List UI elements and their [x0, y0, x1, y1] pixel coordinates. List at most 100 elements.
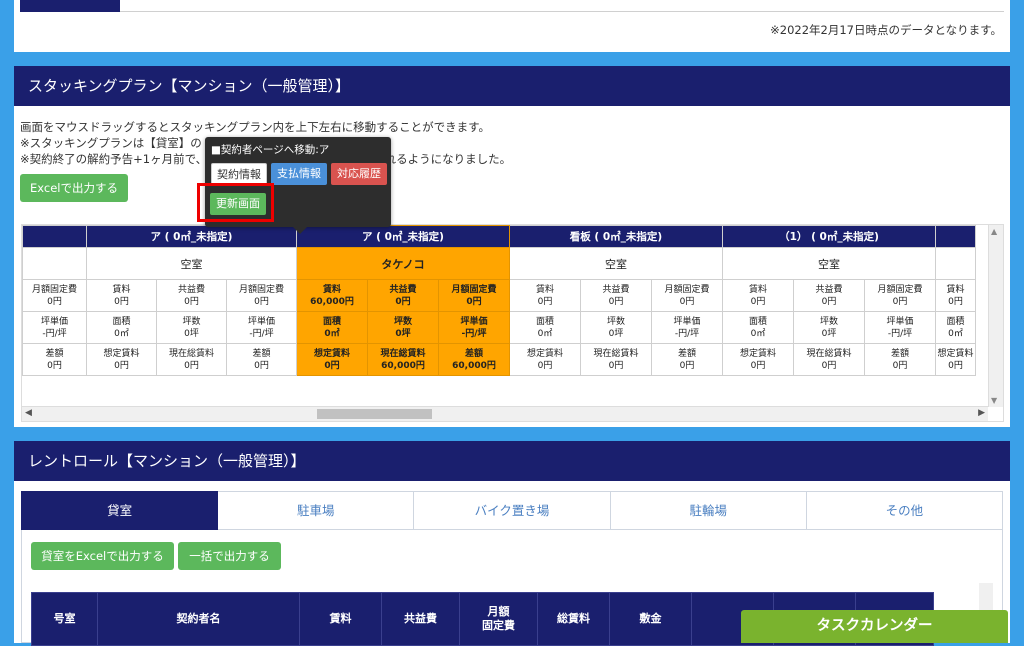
history-button[interactable]: 対応履歴: [331, 163, 387, 185]
cell-label: 賃料: [322, 284, 341, 295]
cell-label: 想定賃料: [313, 348, 350, 359]
stack-cell: 共益費 0円: [793, 279, 865, 312]
horizontal-scrollbar[interactable]: ◀ ▶: [22, 406, 988, 421]
tenant-cell[interactable]: タケノコ: [296, 247, 510, 280]
cell-value: 0㎡: [948, 328, 963, 339]
stack-cell: 差額 0円: [22, 343, 87, 376]
cell-value: 0円: [324, 360, 340, 371]
cell-value: 0円: [821, 360, 837, 371]
column-header: 賃料: [299, 592, 382, 646]
stack-cell: 月額固定費 0円: [22, 279, 87, 312]
stacking-grid[interactable]: ア ( 0㎡_未指定) ア ( 0㎡_未指定) 看板 ( 0㎡_未指定) （1） ( …: [21, 224, 1004, 422]
cell-value: 0円: [679, 296, 695, 307]
cell-value: 0円: [892, 360, 908, 371]
cell-value: 0円: [184, 296, 199, 307]
cell-label: 差額: [252, 348, 271, 359]
stack-cell: 月額固定費 0円: [226, 279, 297, 312]
unit-header: ア ( 0㎡_未指定): [296, 225, 510, 248]
vertical-scrollbar[interactable]: ▲ ▼: [988, 225, 1003, 407]
cell-label: 月額固定費: [238, 284, 284, 295]
cell-label: 現在総賃料: [168, 348, 214, 359]
cell-label: 月額固定費: [877, 284, 923, 295]
unit-header: ア ( 0㎡_未指定): [86, 225, 297, 248]
unit-header: 看板 ( 0㎡_未指定): [509, 225, 723, 248]
cell-value: 0円: [537, 360, 553, 371]
top-panel: ※2022年2月17日時点のデータとなります。: [14, 0, 1010, 52]
drag-instruction: 画面をマウスドラッグするとスタッキングプラン内を上下左右に移動することができます…: [20, 120, 490, 134]
scroll-right-icon[interactable]: ▶: [978, 408, 985, 418]
stacking-plan-title: スタッキングプラン【マンション（一般管理）】: [14, 66, 1010, 106]
contract-info-button[interactable]: 契約情報: [211, 163, 267, 185]
unit-header: [22, 225, 87, 248]
task-calendar-button[interactable]: タスクカレンダー: [741, 610, 1008, 643]
cell-label: 面積: [112, 316, 131, 327]
stack-cell: 月額固定費 0円: [438, 279, 510, 312]
tab-bicycle-parking[interactable]: 駐輪場: [610, 491, 807, 530]
scroll-left-icon[interactable]: ◀: [25, 408, 32, 418]
stack-cell: 坪数 0坪: [156, 311, 227, 344]
popup-caret: [293, 227, 307, 234]
tenant-cell[interactable]: 空室: [509, 247, 723, 280]
payment-info-button[interactable]: 支払情報: [271, 163, 327, 185]
stack-cell: 坪単価 -円/坪: [651, 311, 723, 344]
cell-value: 0坪: [821, 328, 837, 339]
cell-label: 賃料: [946, 284, 965, 295]
bulk-export-button[interactable]: 一括で出力する: [178, 542, 281, 570]
tab-rooms[interactable]: 貸室: [21, 491, 219, 530]
column-header: 号室: [31, 592, 98, 646]
cell-label: 賃料: [535, 284, 554, 295]
cell-value: -円/坪: [42, 328, 67, 339]
stack-cell: 共益費 0円: [580, 279, 652, 312]
stack-cell: 想定賃料 0円: [722, 343, 794, 376]
column-header: 共益費: [381, 592, 460, 646]
tab-bike-parking[interactable]: バイク置き場: [414, 491, 611, 530]
tab-parking[interactable]: 駐車場: [218, 491, 415, 530]
cell-value: 0㎡: [324, 328, 340, 339]
cell-label: 賃料: [748, 284, 767, 295]
cell-value: 0円: [395, 296, 411, 307]
cell-label: 坪数: [182, 316, 201, 327]
column-header: 月額 固定費: [459, 592, 538, 646]
rent-roll-tabs: 貸室 駐車場 バイク置き場 駐輪場 その他: [21, 491, 1004, 530]
scroll-up-icon[interactable]: ▲: [991, 227, 997, 236]
stack-cell: 月額固定費 0円: [651, 279, 723, 312]
cell-value: 0円: [254, 360, 269, 371]
cell-label: 坪単価: [886, 316, 914, 327]
stack-cell: 坪単価 -円/坪: [438, 311, 510, 344]
export-rooms-excel-button[interactable]: 貸室をExcelで出力する: [31, 542, 174, 570]
cell-value: 0坪: [608, 328, 624, 339]
tenant-cell[interactable]: 空室: [722, 247, 936, 280]
stack-cell: 坪単価 -円/坪: [226, 311, 297, 344]
cell-value: -円/坪: [249, 328, 274, 339]
stack-cell: 差額 60,000円: [438, 343, 510, 376]
stack-cell: 面積 0㎡: [935, 311, 976, 344]
cell-value: 0円: [608, 296, 624, 307]
scroll-thumb[interactable]: [317, 409, 432, 419]
tab-other[interactable]: その他: [806, 491, 1004, 530]
cell-label: 賃料: [112, 284, 131, 295]
cell-label: 面積: [748, 316, 767, 327]
export-excel-button[interactable]: Excelで出力する: [20, 174, 128, 202]
cell-label: 想定賃料: [739, 348, 776, 359]
unit-header: [935, 225, 976, 248]
cell-value: 0坪: [395, 328, 411, 339]
cell-value: 0円: [254, 296, 269, 307]
cell-value: 0坪: [184, 328, 199, 339]
tenant-cell[interactable]: 空室: [86, 247, 297, 280]
stacking-table: ア ( 0㎡_未指定) ア ( 0㎡_未指定) 看板 ( 0㎡_未指定) （1） ( …: [22, 225, 976, 376]
cell-label: 月額固定費: [664, 284, 710, 295]
scroll-down-icon[interactable]: ▼: [991, 396, 997, 405]
cell-label: 共益費: [177, 284, 205, 295]
stack-cell: 共益費 0円: [367, 279, 439, 312]
cell-value: 0円: [892, 296, 908, 307]
highlight-box: [197, 183, 274, 222]
stack-cell: 想定賃料 0円: [935, 343, 976, 376]
cell-label: 想定賃料: [103, 348, 140, 359]
stack-cell: 賃料 0円: [722, 279, 794, 312]
stack-cell: 賃料 0円: [509, 279, 581, 312]
unit-header: （1） ( 0㎡_未指定): [722, 225, 936, 248]
cell-label: 月額固定費: [451, 284, 497, 295]
cell-label: 坪数: [819, 316, 838, 327]
cell-value: 60,000円: [381, 360, 425, 371]
cell-value: 0㎡: [537, 328, 553, 339]
